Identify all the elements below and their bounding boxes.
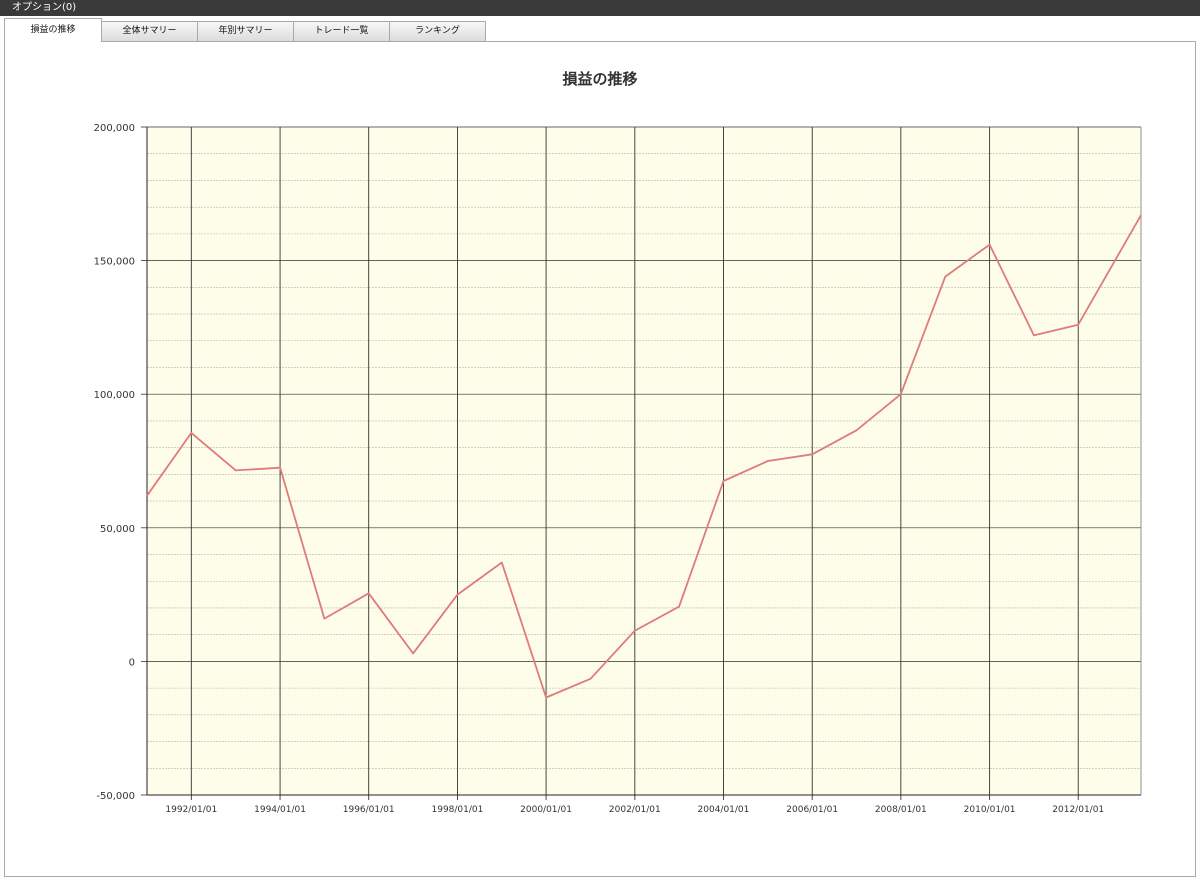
x-tick-label: 2012/01/01 <box>1052 805 1104 815</box>
y-tick-label: 200,000 <box>94 123 135 134</box>
y-tick-label: 100,000 <box>94 390 135 401</box>
y-tick-label: 50,000 <box>100 524 135 535</box>
x-tick-label: 1998/01/01 <box>432 805 484 815</box>
y-tick-label: 150,000 <box>94 257 135 268</box>
y-tick-label: -50,000 <box>96 791 135 802</box>
x-tick-label: 1996/01/01 <box>343 805 395 815</box>
x-tick-label: 2002/01/01 <box>609 805 661 815</box>
plot-area <box>147 127 1141 795</box>
x-axis-labels: 1992/01/01 1994/01/01 1996/01/01 1998/01/01… <box>165 805 1104 815</box>
x-tick-label: 1994/01/01 <box>254 805 306 815</box>
x-tick-label: 1992/01/01 <box>165 805 217 815</box>
x-tick-label: 2004/01/01 <box>698 805 750 815</box>
x-tick-label: 2008/01/01 <box>875 805 927 815</box>
x-tick-label: 2006/01/01 <box>786 805 838 815</box>
y-tick-label: 0 <box>129 657 135 668</box>
y-axis-labels: 200,000 150,000 100,000 50,000 0 -50,000 <box>94 123 135 802</box>
x-tick-label: 2010/01/01 <box>964 805 1016 815</box>
line-chart: 200,000 150,000 100,000 50,000 0 -50,000 1992… <box>94 123 1142 815</box>
x-tick-label: 2000/01/01 <box>520 805 572 815</box>
tab-pl-trend[interactable]: 損益の推移 <box>4 18 102 42</box>
